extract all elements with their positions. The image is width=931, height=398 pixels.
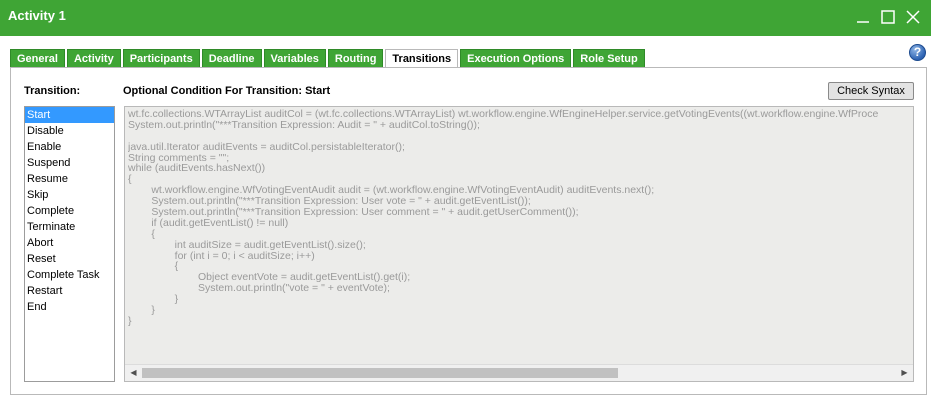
code-line: } [128, 293, 179, 306]
transition-item-abort[interactable]: Abort [25, 235, 114, 251]
transition-item-terminate[interactable]: Terminate [25, 219, 114, 235]
condition-code-editor[interactable]: wt.fc.collections.WTArrayList auditCol =… [124, 106, 914, 382]
transition-item-disable[interactable]: Disable [25, 123, 114, 139]
code-line: } [128, 314, 132, 327]
scroll-left-icon[interactable]: ◀ [125, 365, 142, 381]
code-line: for (int i = 0; i < auditSize; i++) [128, 249, 315, 262]
code-text[interactable]: wt.fc.collections.WTArrayList auditCol =… [128, 109, 912, 363]
condition-label: Optional Condition For Transition: Start [123, 85, 331, 97]
transitions-panel: Transition: Optional Condition For Trans… [10, 67, 927, 395]
code-line: } [128, 304, 155, 317]
code-line: while (auditEvents.hasNext()) [128, 162, 266, 175]
transition-item-restart[interactable]: Restart [25, 283, 114, 299]
tab-participants[interactable]: Participants [122, 49, 200, 67]
help-icon[interactable]: ? [909, 44, 926, 61]
transition-item-enable[interactable]: Enable [25, 139, 114, 155]
transition-label: Transition: [24, 85, 81, 97]
tab-role-setup[interactable]: Role Setup [573, 49, 645, 67]
transition-item-reset[interactable]: Reset [25, 251, 114, 267]
tab-general[interactable]: General [10, 49, 65, 67]
maximize-icon[interactable] [877, 6, 899, 28]
scrollbar-thumb[interactable] [142, 368, 618, 378]
tab-variables[interactable]: Variables [263, 49, 326, 67]
code-line: if (audit.getEventList() != null) [128, 216, 289, 229]
tab-activity[interactable]: Activity [66, 49, 121, 67]
transition-list[interactable]: Start Disable Enable Suspend Resume Skip Compl… [24, 106, 115, 382]
transition-item-end[interactable]: End [25, 299, 114, 315]
transition-item-start[interactable]: Start [25, 107, 114, 123]
transition-item-suspend[interactable]: Suspend [25, 155, 114, 171]
transition-item-complete-task[interactable]: Complete Task [25, 267, 114, 283]
tab-deadline[interactable]: Deadline [201, 49, 262, 67]
code-line: java.util.Iterator auditEvents = auditCo… [128, 140, 405, 153]
tab-execution-options[interactable]: Execution Options [460, 49, 572, 67]
tab-routing[interactable]: Routing [327, 49, 384, 67]
code-line: int auditSize = audit.getEventList().siz… [128, 238, 366, 251]
horizontal-scrollbar[interactable]: ◀ ▶ [125, 364, 913, 381]
transition-item-resume[interactable]: Resume [25, 171, 114, 187]
tab-bar: General Activity Participants Deadline Varia… [10, 49, 647, 68]
transition-item-complete[interactable]: Complete [25, 203, 114, 219]
tab-transitions[interactable]: Transitions [385, 49, 459, 68]
code-line: System.out.println("vote = " + eventVote… [128, 282, 390, 295]
title-bar: Activity 1 [0, 0, 931, 36]
code-line: System.out.println("***Transition Expres… [128, 118, 480, 131]
window-title: Activity 1 [8, 8, 66, 23]
transition-item-skip[interactable]: Skip [25, 187, 114, 203]
close-icon[interactable] [902, 6, 924, 28]
scroll-right-icon[interactable]: ▶ [896, 365, 913, 381]
minimize-icon[interactable] [852, 6, 874, 28]
check-syntax-button[interactable]: Check Syntax [828, 82, 914, 100]
